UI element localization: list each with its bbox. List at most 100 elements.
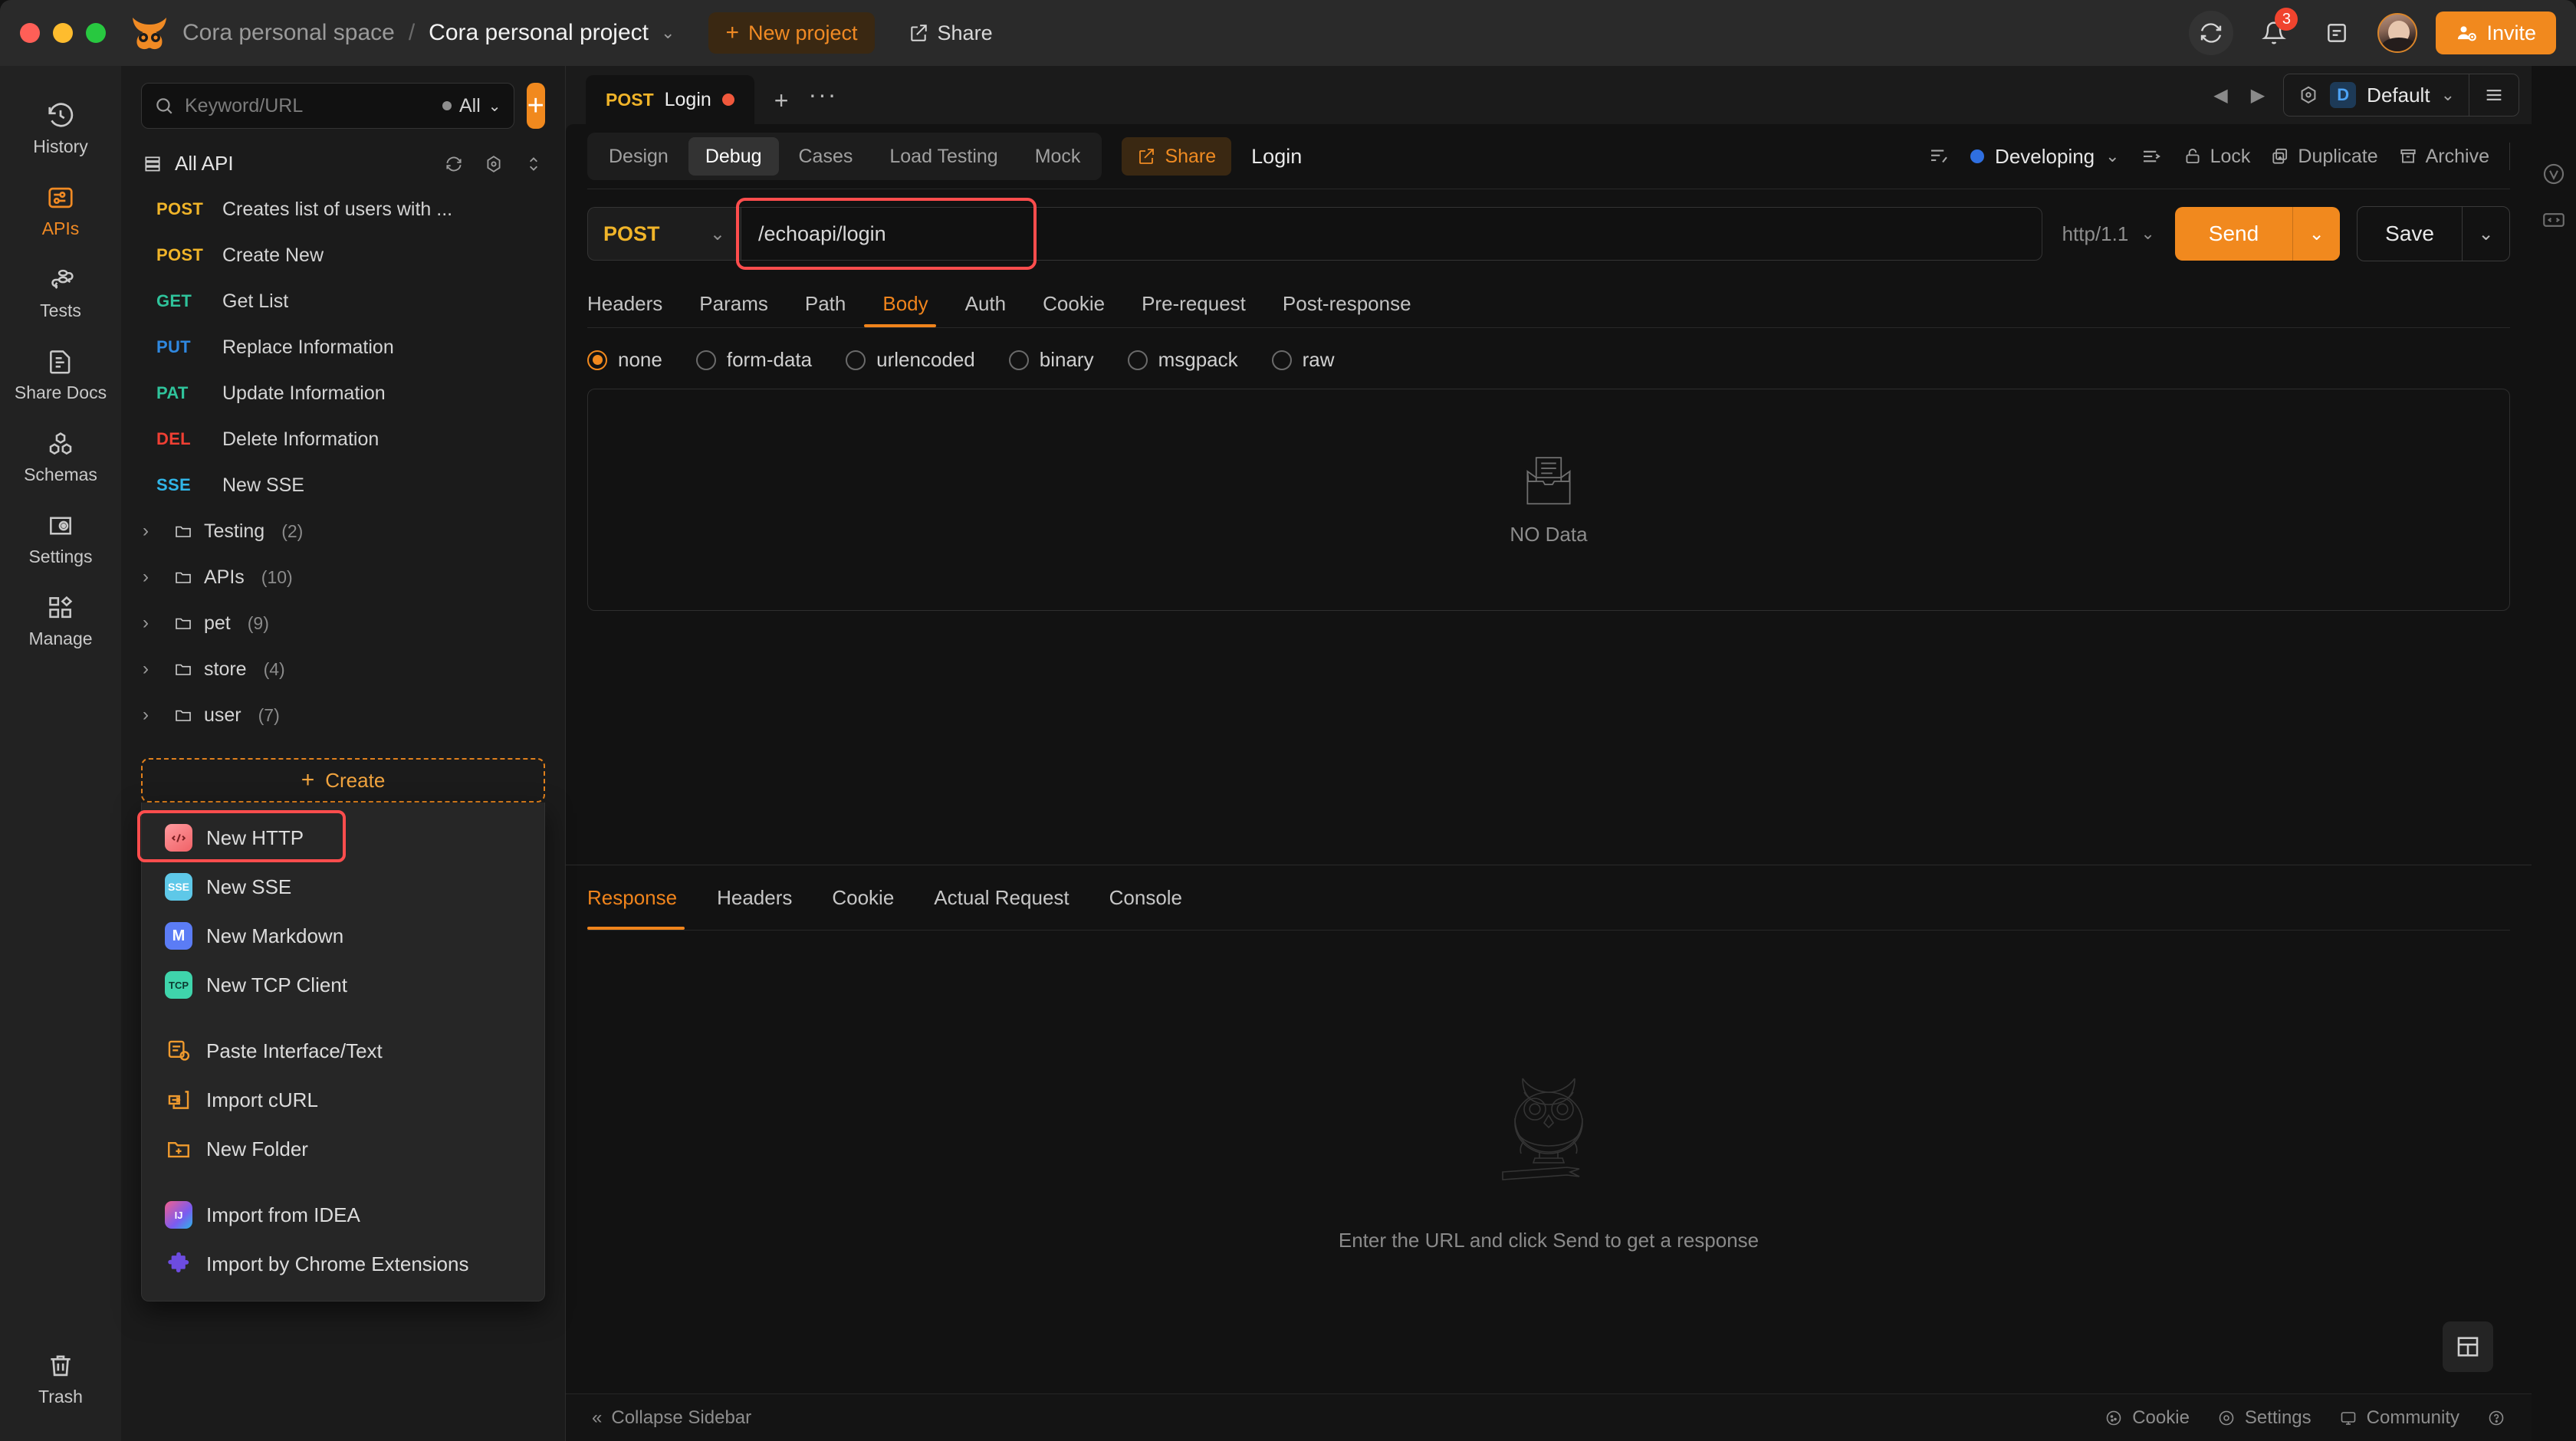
sidebar-item-tests[interactable]: Tests (0, 251, 121, 333)
environment-current[interactable]: D Default ⌄ (2284, 74, 2469, 116)
tab-console[interactable]: Console (1089, 865, 1202, 930)
sidebar-item-share-docs[interactable]: Share Docs (0, 333, 121, 415)
menu-item-new-tcp-client[interactable]: TCP New TCP Client (142, 960, 544, 1009)
tab-params[interactable]: Params (681, 280, 787, 327)
search-input[interactable] (185, 95, 432, 117)
sidebar-item-history[interactable]: History (0, 87, 121, 169)
tab-body[interactable]: Body (864, 280, 946, 327)
search-scope-selector[interactable]: All ⌄ (442, 95, 501, 117)
sidebar-item-schemas[interactable]: Schemas (0, 415, 121, 497)
list-item[interactable]: PAT Update Information (121, 370, 565, 416)
menu-item-import-chrome-extensions[interactable]: Import by Chrome Extensions (142, 1239, 544, 1288)
folder-item[interactable]: › Testing (2) (121, 508, 565, 554)
layout-toggle-button[interactable] (2443, 1321, 2493, 1372)
locate-icon[interactable] (484, 154, 504, 174)
nav-prev-button[interactable]: ◀ (2209, 84, 2232, 107)
tab-cookie[interactable]: Cookie (1024, 280, 1123, 327)
notes-button[interactable] (2315, 11, 2359, 55)
tab-login[interactable]: POST Login (586, 75, 754, 124)
radio-form-data[interactable]: form-data (696, 348, 812, 372)
http-version-selector[interactable]: http/1.1 ⌄ (2042, 222, 2175, 246)
tab-response-cookie[interactable]: Cookie (812, 865, 914, 930)
close-window-button[interactable] (20, 23, 40, 43)
menu-item-new-sse[interactable]: SSE New SSE (142, 862, 544, 911)
save-button[interactable]: Save ⌄ (2357, 206, 2510, 261)
status-selector[interactable]: Developing ⌄ (1970, 145, 2120, 169)
tab-response-headers[interactable]: Headers (697, 865, 812, 930)
indent-icon[interactable] (2140, 145, 2163, 168)
send-button[interactable]: Send ⌄ (2175, 207, 2340, 261)
environment-menu-button[interactable] (2469, 74, 2518, 116)
radio-none[interactable]: none (587, 348, 662, 372)
nav-next-button[interactable]: ▶ (2246, 84, 2269, 107)
sidebar-item-trash[interactable]: Trash (0, 1338, 121, 1420)
url-input[interactable] (758, 222, 2025, 246)
share-button[interactable]: Share (892, 12, 1010, 54)
lock-button[interactable]: Lock (2183, 146, 2251, 168)
menu-item-new-folder[interactable]: New Folder (142, 1124, 544, 1173)
share-api-button[interactable]: Share (1122, 137, 1231, 176)
tab-auth[interactable]: Auth (947, 280, 1025, 327)
minimize-window-button[interactable] (53, 23, 73, 43)
create-button[interactable]: + Create (141, 758, 545, 803)
refresh-icon[interactable] (444, 154, 464, 174)
menu-item-import-from-idea[interactable]: IJ Import from IDEA (142, 1190, 544, 1239)
settings-button[interactable]: Settings (2217, 1407, 2312, 1429)
search-box[interactable]: All ⌄ (141, 83, 514, 129)
new-project-button[interactable]: + New project (708, 12, 874, 54)
chevron-down-icon[interactable]: ⌄ (661, 23, 675, 43)
tab-load-testing[interactable]: Load Testing (872, 137, 1014, 176)
tab-debug[interactable]: Debug (688, 137, 779, 176)
tab-mock[interactable]: Mock (1018, 137, 1098, 176)
sidebar-item-settings[interactable]: Settings (0, 497, 121, 579)
project-name[interactable]: Cora personal project (429, 20, 649, 46)
menu-item-new-http[interactable]: New HTTP (142, 813, 544, 862)
save-options-chevron-icon[interactable]: ⌄ (2462, 207, 2509, 261)
folder-item[interactable]: › store (4) (121, 646, 565, 692)
help-button[interactable] (2487, 1409, 2505, 1427)
list-item[interactable]: POST Create New (121, 232, 565, 278)
community-button[interactable]: Community (2339, 1407, 2459, 1429)
sort-icon[interactable] (524, 154, 544, 174)
workspace-name[interactable]: Cora personal space (182, 20, 395, 46)
archive-button[interactable]: Archive (2398, 146, 2489, 168)
folder-item[interactable]: › pet (9) (121, 600, 565, 646)
tab-actual-request[interactable]: Actual Request (914, 865, 1089, 930)
tab-response[interactable]: Response (587, 865, 697, 930)
chevron-right-icon[interactable]: › (143, 658, 163, 680)
collapse-sidebar-button[interactable]: « Collapse Sidebar (592, 1407, 751, 1429)
tab-path[interactable]: Path (787, 280, 865, 327)
add-api-button[interactable]: + (527, 83, 545, 129)
list-item[interactable]: GET Get List (121, 278, 565, 324)
list-item[interactable]: SSE New SSE (121, 462, 565, 508)
sync-button[interactable] (2189, 11, 2233, 55)
tab-pre-request[interactable]: Pre-request (1123, 280, 1264, 327)
user-avatar[interactable] (2377, 13, 2417, 53)
invite-button[interactable]: Invite (2436, 11, 2556, 54)
tab-cases[interactable]: Cases (782, 137, 870, 176)
folder-item[interactable]: › APIs (10) (121, 554, 565, 600)
chevron-right-icon[interactable]: › (143, 566, 163, 588)
chevron-right-icon[interactable]: › (143, 704, 163, 726)
new-tab-button[interactable]: + (774, 87, 789, 115)
menu-item-paste-interface[interactable]: Paste Interface/Text (142, 1026, 544, 1075)
radio-binary[interactable]: binary (1009, 348, 1094, 372)
chevron-right-icon[interactable]: › (143, 520, 163, 542)
code-icon[interactable] (2541, 207, 2567, 233)
list-item[interactable]: POST Creates list of users with ... (121, 186, 565, 232)
list-item[interactable]: DEL Delete Information (121, 416, 565, 462)
send-options-chevron-icon[interactable]: ⌄ (2292, 207, 2340, 261)
menu-item-new-markdown[interactable]: M New Markdown (142, 911, 544, 960)
folder-item[interactable]: › user (7) (121, 692, 565, 738)
tab-post-response[interactable]: Post-response (1264, 280, 1430, 327)
list-item[interactable]: PUT Replace Information (121, 324, 565, 370)
notifications-button[interactable]: 3 (2252, 11, 2296, 55)
radio-raw[interactable]: raw (1272, 348, 1335, 372)
format-icon[interactable] (1927, 145, 1950, 168)
maximize-window-button[interactable] (86, 23, 106, 43)
radio-msgpack[interactable]: msgpack (1128, 348, 1238, 372)
duplicate-button[interactable]: Duplicate (2270, 146, 2377, 168)
radio-urlencoded[interactable]: urlencoded (846, 348, 975, 372)
version-badge-icon[interactable] (2541, 161, 2567, 187)
method-selector[interactable]: POST ⌄ (587, 207, 741, 261)
